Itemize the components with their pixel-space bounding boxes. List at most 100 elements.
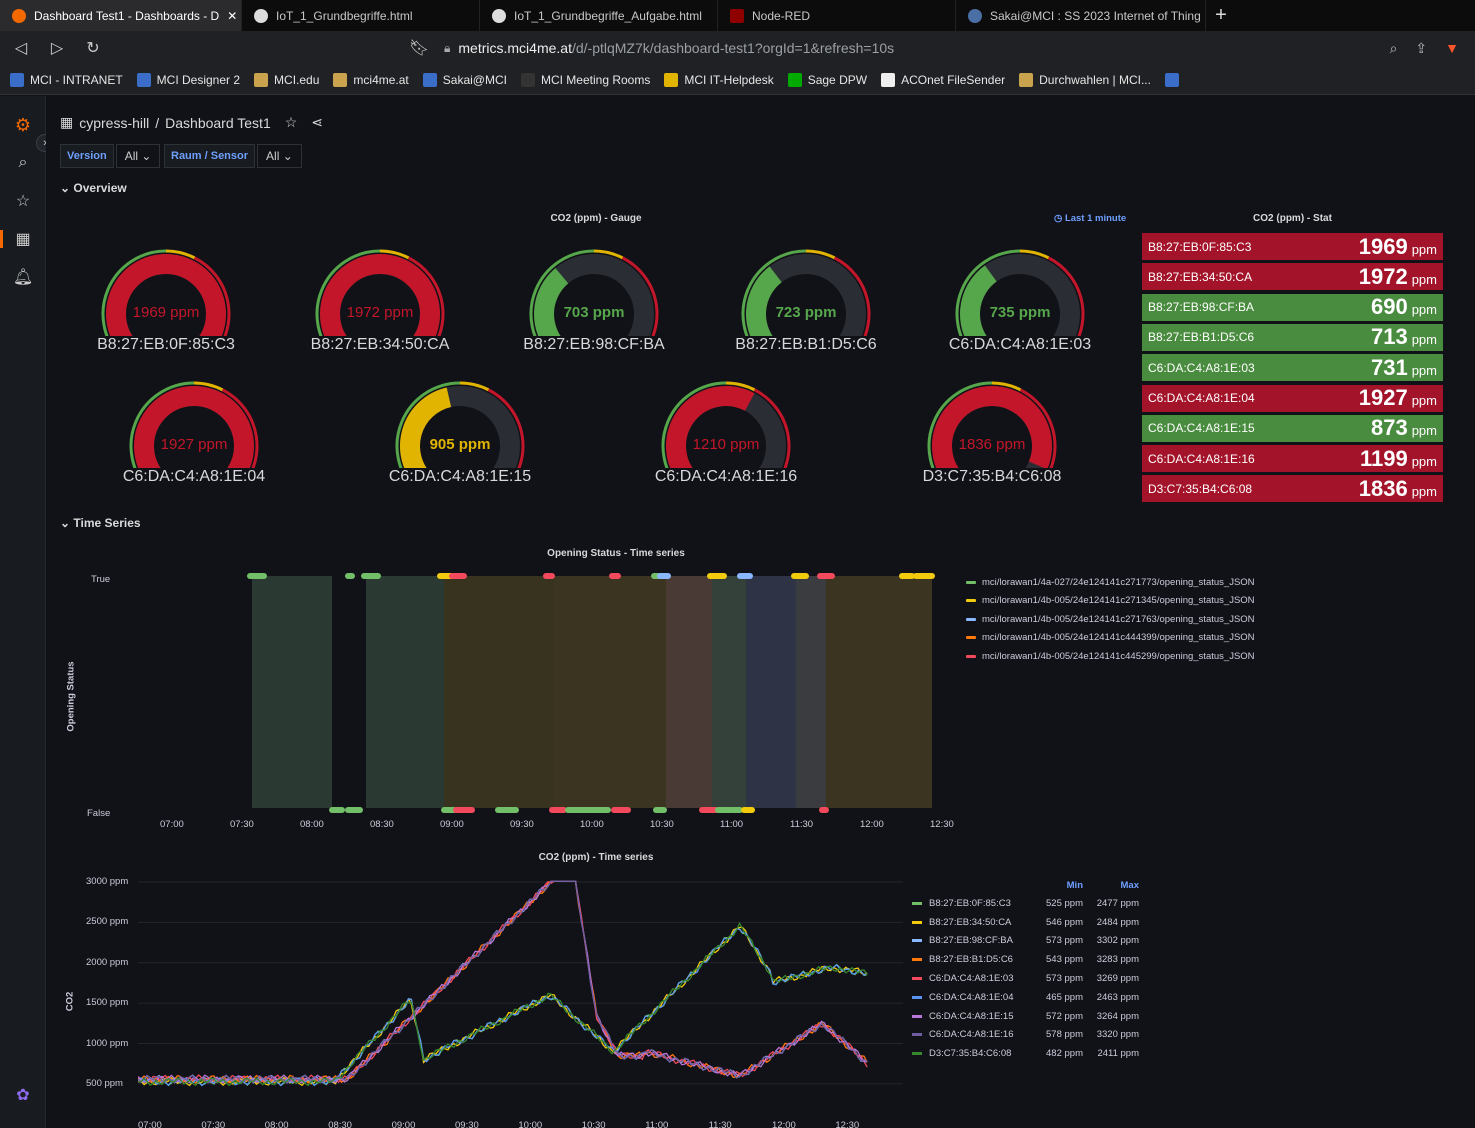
legend-min-header[interactable]: Min [1029, 880, 1083, 891]
variable-select[interactable]: All ⌄ [257, 144, 302, 168]
bookmark-item[interactable]: MCI - INTRANET [10, 72, 123, 87]
xtick-label: 08:30 [328, 1120, 352, 1128]
bookmark-item[interactable]: MCI Designer 2 [136, 72, 240, 87]
legend-swatch [966, 580, 976, 584]
variable-select[interactable]: All ⌄ [115, 144, 161, 168]
share-icon[interactable]: ⋖ [311, 114, 323, 131]
stat-unit: ppm [1411, 453, 1437, 469]
back-icon[interactable]: ◁ [10, 38, 32, 58]
star-icon[interactable]: ☆ [285, 114, 298, 131]
legend-item[interactable]: D3:C7:35:B4:C6:08 482 ppm 2411 ppm [906, 1044, 1139, 1063]
stat-number: 713 [1370, 324, 1408, 350]
row-timeseries[interactable]: ⌄ Time Series [60, 516, 141, 530]
legend-min: 572 ppm [1046, 1010, 1083, 1022]
bookmark-item[interactable]: MCI.edu [254, 72, 319, 87]
bookmark-item[interactable]: Durchwahlen | MCI... [1019, 72, 1151, 87]
zoom-icon[interactable]: ⌕ [1390, 40, 1398, 57]
gauge-value: 1927 ppm [160, 436, 228, 453]
row-overview[interactable]: ⌄ Overview [60, 181, 127, 195]
legend-item[interactable]: B8:27:EB:34:50:CA 546 ppm 2484 ppm [906, 913, 1139, 932]
stat-unit: ppm [1411, 271, 1437, 287]
bookmark-item[interactable] [1164, 72, 1179, 87]
legend-item[interactable]: C6:DA:C4:A8:1E:03 573 ppm 3269 ppm [906, 969, 1139, 988]
bookmark-item[interactable]: MCI IT-Helpdesk [664, 72, 774, 87]
gauge-name: C6:DA:C4:A8:1E:04 [122, 468, 266, 485]
search-icon[interactable]: ⌕ [12, 152, 34, 174]
legend-max: 2463 ppm [1096, 991, 1139, 1003]
legend-item[interactable]: mci/lorawan1/4a-027/24e124141c271773/ope… [966, 573, 1255, 592]
xtick-label: 09:00 [391, 1120, 416, 1128]
gauge-name: B8:27:EB:0F:85:C3 [97, 336, 235, 353]
bookmark-item[interactable]: mci4me.at [333, 72, 409, 87]
co2-panel-title: CO2 (ppm) - Time series [538, 852, 654, 863]
grafana-logo-icon[interactable]: ⚙ [12, 114, 34, 136]
legend-item[interactable]: B8:27:EB:98:CF:BA 573 ppm 3302 ppm [906, 932, 1139, 951]
tab-label: IoT_1_Grundbegriffe.html [276, 8, 413, 23]
url-host: metrics.mci4me.at [458, 40, 572, 56]
legend-label: B8:27:EB:0F:85:C3 [929, 897, 1011, 909]
tab-iot-grundbegriffe[interactable]: IoT_1_Grundbegriffe.html [242, 0, 480, 31]
new-tab-button[interactable]: + [1206, 0, 1236, 31]
legend-swatch [912, 1033, 922, 1037]
stat-name: B8:27:EB:B1:D5:C6 [1148, 330, 1255, 345]
bell-icon[interactable]: 🔔︎ [12, 266, 34, 288]
page-title: Dashboard Test1 [165, 114, 271, 131]
xtick-label: 12:30 [930, 819, 954, 830]
legend-item[interactable]: mci/lorawan1/4b-005/24e124141c271345/ope… [966, 592, 1255, 611]
legend-item[interactable]: C6:DA:C4:A8:1E:04 465 ppm 2463 ppm [906, 988, 1139, 1007]
status-band [826, 576, 932, 808]
bookmark-icon[interactable]: 🔖︎ [408, 38, 430, 58]
stat-unit: ppm [1411, 332, 1437, 348]
gauge: 723 ppm B8:27:EB:B1:D5:C6 [726, 236, 886, 361]
tab-label: Sakai@MCI : SS 2023 Internet of Thing [990, 8, 1201, 23]
legend-item[interactable]: B8:27:EB:0F:85:C3 525 ppm 2477 ppm [906, 894, 1139, 913]
tab-node-red[interactable]: Node-RED [718, 0, 956, 31]
xtick-label: 11:00 [645, 1120, 669, 1128]
forward-icon[interactable]: ▷ [46, 38, 68, 58]
series-line [138, 880, 868, 1084]
stat-number: 1199 [1359, 445, 1408, 471]
tab-sakai[interactable]: Sakai@MCI : SS 2023 Internet of Thing [956, 0, 1206, 31]
legend-label: C6:DA:C4:A8:1E:15 [929, 1010, 1014, 1022]
star-icon[interactable]: ☆ [12, 190, 34, 212]
bookmark-item[interactable]: Sage DPW [787, 72, 867, 87]
row-title: Time Series [73, 516, 141, 530]
legend-item[interactable]: B8:27:EB:B1:D5:C6 543 ppm 3283 ppm [906, 950, 1139, 969]
legend-swatch [912, 958, 922, 962]
stat-number: 873 [1370, 415, 1408, 441]
reload-icon[interactable]: ↻ [82, 38, 104, 58]
tab-label: Node-RED [752, 8, 811, 23]
opening-status-chart [247, 573, 935, 813]
bookmark-item[interactable]: ACOnet FileSender [881, 72, 1005, 87]
gauge: 1210 ppm C6:DA:C4:A8:1E:16 [646, 368, 806, 493]
gauge-value: 1210 ppm [692, 436, 760, 453]
share-icon[interactable]: ⇪ [1415, 40, 1427, 57]
url-bar[interactable]: 🔒︎ metrics.mci4me.at/d/-ptlqMZ7k/dashboa… [444, 40, 894, 56]
legend-item[interactable]: C6:DA:C4:A8:1E:16 578 ppm 3320 ppm [906, 1026, 1139, 1045]
gauge-name: C6:DA:C4:A8:1E:03 [948, 336, 1092, 353]
breadcrumb-folder[interactable]: cypress-hill [79, 115, 149, 131]
opening-ylabel: Opening Status [65, 661, 77, 732]
legend-label: mci/lorawan1/4b-005/24e124141c444399/ope… [982, 632, 1255, 644]
legend-min: 546 ppm [1046, 916, 1083, 928]
tab-dashboard[interactable]: Dashboard Test1 - Dashboards - D ✕ [0, 0, 242, 31]
gauge-value: 723 ppm [775, 304, 837, 321]
legend-item[interactable]: mci/lorawan1/4b-005/24e124141c271763/ope… [966, 610, 1255, 629]
plugin-icon[interactable]: ✿ [12, 1084, 34, 1106]
co2-legend: Min Max B8:27:EB:0F:85:C3 525 ppm 2477 ppm B… [906, 876, 1139, 1063]
dashboards-icon[interactable]: ▦ [12, 228, 34, 250]
tab-iot-aufgabe[interactable]: IoT_1_Grundbegriffe_Aufgabe.html [480, 0, 718, 31]
brave-icon[interactable]: ▼ [1445, 40, 1459, 57]
legend-max-header[interactable]: Max [1083, 880, 1139, 891]
bookmark-item[interactable]: MCI Meeting Rooms [520, 72, 650, 87]
close-tab-icon[interactable]: ✕ [227, 9, 237, 23]
legend-item[interactable]: C6:DA:C4:A8:1E:15 572 ppm 3264 ppm [906, 1007, 1139, 1026]
stat-name: B8:27:EB:34:50:CA [1148, 269, 1253, 284]
legend-item[interactable]: mci/lorawan1/4b-005/24e124141c444399/ope… [966, 629, 1255, 648]
xtick-label: 10:00 [580, 819, 604, 830]
xtick-label: 07:00 [160, 819, 184, 830]
bookmark-item[interactable]: Sakai@MCI [422, 72, 507, 87]
bookmark-icon [136, 72, 151, 87]
legend-item[interactable]: mci/lorawan1/4b-005/24e124141c445299/ope… [966, 647, 1255, 666]
gauge-value: 703 ppm [563, 304, 625, 321]
